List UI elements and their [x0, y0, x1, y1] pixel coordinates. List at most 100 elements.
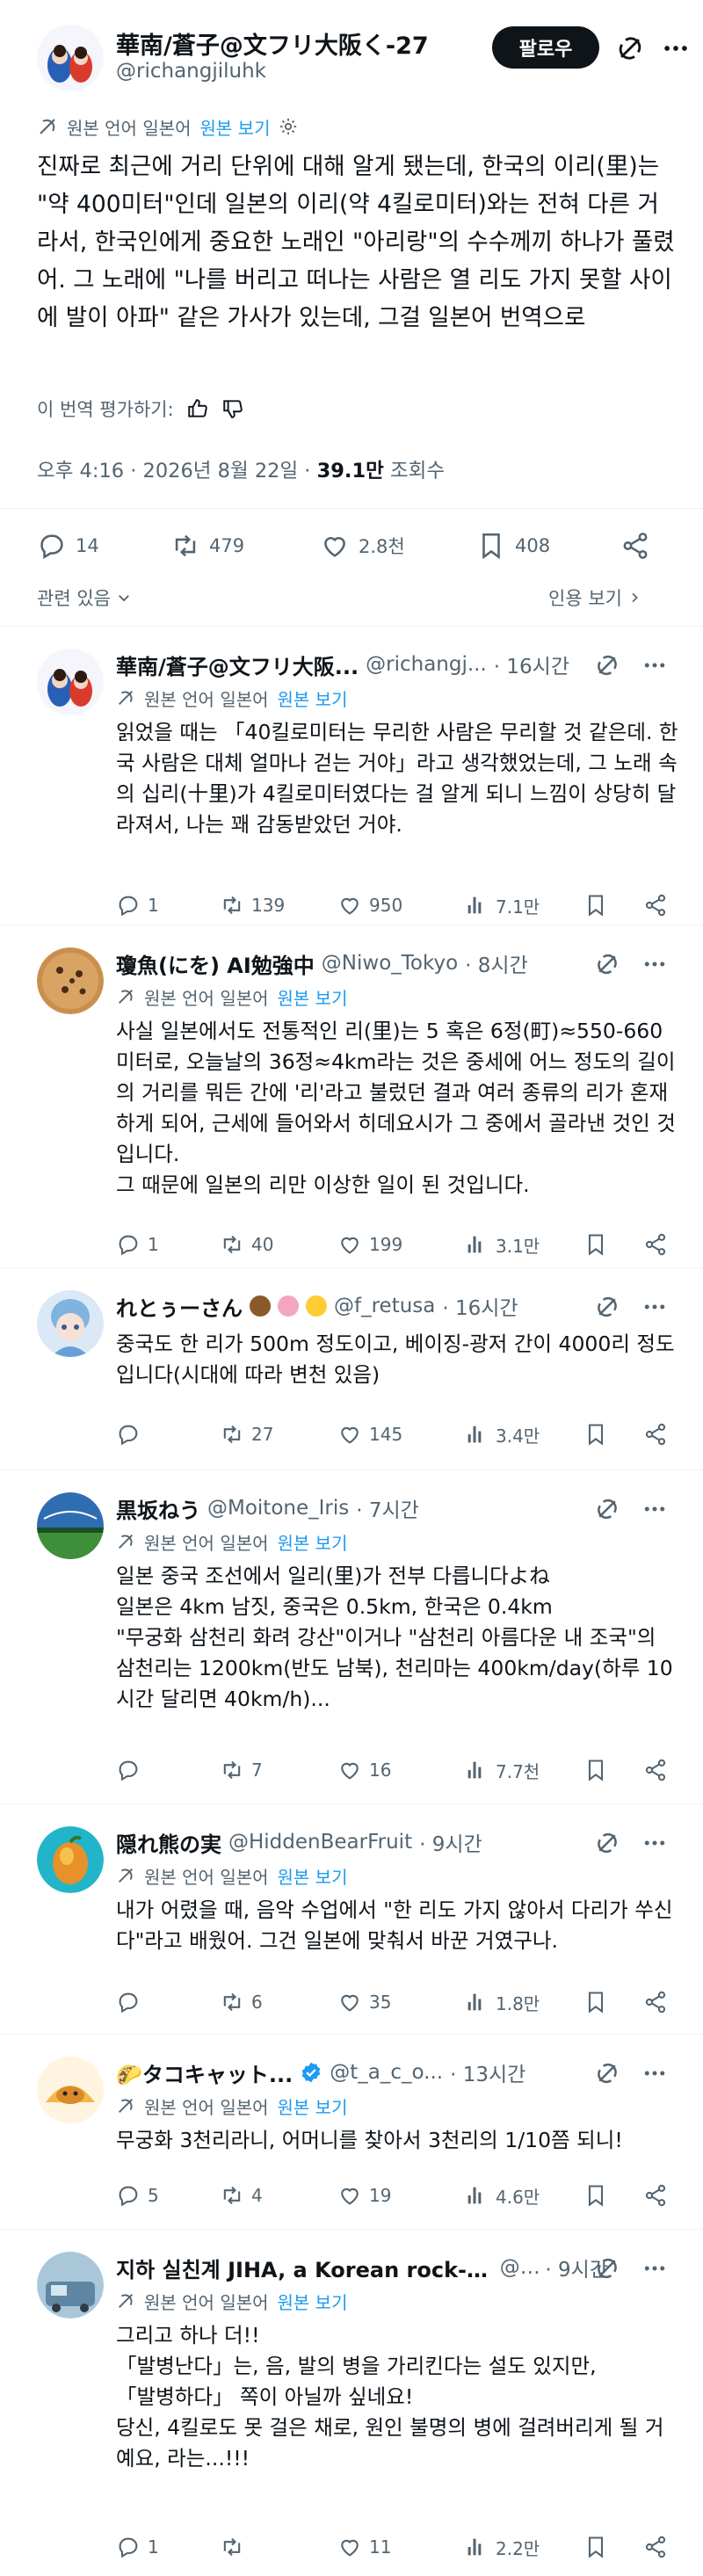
repost-button[interactable]: 479 [170, 526, 244, 566]
repost-button[interactable]: 40 [220, 1227, 273, 1262]
reply-author-handle[interactable]: @Moitone_Iris [207, 1497, 349, 1520]
reply-author-handle[interactable]: @f_retusa [334, 1295, 435, 1317]
reply-time[interactable]: · 7시간 [356, 1494, 419, 1522]
reply-button[interactable] [116, 1417, 148, 1452]
author-name[interactable]: 華南/蒼子@文フリ大阪く-27 [116, 26, 429, 61]
reply-author-name[interactable]: れとぅーさん [116, 1292, 243, 1321]
like-button[interactable]: 2.8천 [320, 526, 405, 566]
grok-icon[interactable] [615, 33, 645, 63]
views-button[interactable]: 3.1만 [464, 1227, 540, 1262]
repost-button[interactable] [220, 2529, 251, 2565]
like-button[interactable]: 19 [337, 2178, 391, 2213]
reply-avatar[interactable] [37, 2252, 104, 2318]
share-button[interactable] [643, 2529, 668, 2565]
like-button[interactable]: 950 [337, 888, 402, 923]
bookmark-button[interactable] [583, 1752, 608, 1788]
author-avatar[interactable] [37, 25, 104, 91]
reply-item[interactable]: 🌮タコキャット... @t_a_c_o... · 13시간 원본 언어 일본어 … [0, 2034, 703, 2229]
reply-author-handle[interactable]: @t_a_c_o... [330, 2061, 443, 2084]
view-original-link[interactable]: 원본 보기 [278, 2093, 348, 2119]
repost-button[interactable]: 7 [220, 1752, 263, 1788]
more-options-icon[interactable] [641, 2255, 668, 2282]
more-options-icon[interactable] [641, 1830, 668, 1856]
views-button[interactable]: 3.4만 [464, 1417, 540, 1452]
grok-icon[interactable] [594, 652, 620, 678]
views-button[interactable]: 7.1만 [464, 888, 540, 923]
like-button[interactable]: 11 [337, 2529, 391, 2565]
grok-icon[interactable] [594, 2255, 620, 2282]
reply-item[interactable]: 隠れ熊の実 @HiddenBearFruit · 9시간 원본 언어 일본어 원… [0, 1803, 703, 2034]
reply-author-name[interactable]: 隠れ熊の実 [116, 1828, 221, 1857]
bookmark-button[interactable]: 408 [476, 526, 550, 566]
share-button[interactable] [643, 1985, 668, 2020]
reply-author-name[interactable]: 黒坂ねう [116, 1494, 200, 1523]
more-options-icon[interactable] [641, 2060, 668, 2086]
reply-time[interactable]: · 16시간 [494, 650, 569, 678]
reply-button[interactable]: 1 [116, 2529, 159, 2565]
like-button[interactable]: 16 [337, 1752, 391, 1788]
view-original-link[interactable]: 원본 보기 [278, 1529, 348, 1555]
more-options-icon[interactable] [641, 1294, 668, 1320]
reply-avatar[interactable] [37, 649, 104, 715]
share-button[interactable] [643, 1417, 668, 1452]
views-button[interactable]: 4.6만 [464, 2178, 540, 2213]
reply-time[interactable]: · 13시간 [450, 2058, 525, 2086]
share-button[interactable] [643, 1752, 668, 1788]
views-button[interactable]: 7.7천 [464, 1752, 540, 1788]
like-button[interactable]: 199 [337, 1227, 402, 1262]
bookmark-button[interactable] [583, 1985, 608, 2020]
view-quotes-link[interactable]: 인용 보기 [548, 580, 641, 615]
repost-button[interactable]: 6 [220, 1985, 263, 2020]
reply-item[interactable]: 華南/蒼子@文フリ大阪... @richangj... · 16시간 원본 언어… [0, 626, 703, 925]
view-original-link[interactable]: 원본 보기 [278, 1863, 348, 1889]
reply-item[interactable]: 黒坂ねう @Moitone_Iris · 7시간 원본 언어 일본어 원본 보기… [0, 1469, 703, 1803]
reply-button[interactable]: 5 [116, 2178, 159, 2213]
reply-author-name[interactable]: 지하 실친계 JIHA, a Korean rock-c... [116, 2253, 493, 2282]
repost-button[interactable]: 27 [220, 1417, 273, 1452]
more-options-icon[interactable] [661, 33, 691, 63]
reply-author-handle[interactable]: @richangj... [366, 653, 487, 676]
reply-author-handle[interactable]: @... [500, 2256, 539, 2279]
view-original-link[interactable]: 원본 보기 [278, 2289, 348, 2314]
grok-icon[interactable] [594, 2060, 620, 2086]
more-options-icon[interactable] [641, 951, 668, 977]
reply-button[interactable] [116, 1752, 148, 1788]
reply-author-name[interactable]: 華南/蒼子@文フリ大阪... [116, 650, 359, 679]
reply-avatar[interactable] [37, 947, 104, 1014]
grok-icon[interactable] [594, 951, 620, 977]
views-button[interactable]: 1.8만 [464, 1985, 540, 2020]
view-original-link[interactable]: 원본 보기 [278, 686, 348, 711]
reply-author-name[interactable]: 🌮タコキャット... [116, 2058, 293, 2087]
reply-item[interactable]: れとぅーさん @f_retusa · 16시간 중국도 한 리가 500m 정도… [0, 1267, 703, 1469]
grok-icon[interactable] [594, 1830, 620, 1856]
reply-author-handle[interactable]: @Niwo_Tokyo [322, 952, 458, 975]
reply-button[interactable]: 1 [116, 888, 159, 923]
reply-avatar[interactable] [37, 1826, 104, 1893]
related-filter[interactable]: 관련 있음 [37, 580, 132, 615]
grok-icon[interactable] [594, 1294, 620, 1320]
settings-icon[interactable] [279, 117, 298, 136]
share-button[interactable] [643, 888, 668, 923]
bookmark-button[interactable] [583, 2178, 608, 2213]
author-handle[interactable]: @richangjiluhk [116, 60, 266, 83]
reply-author-name[interactable]: 瓊魚(にを) AI勉強中 [116, 949, 315, 978]
like-button[interactable]: 35 [337, 1985, 391, 2020]
share-button[interactable] [620, 526, 650, 566]
share-button[interactable] [643, 1227, 668, 1262]
reply-avatar[interactable] [37, 1290, 104, 1357]
reply-time[interactable]: · 9시간 [419, 1828, 482, 1856]
views-button[interactable]: 2.2만 [464, 2529, 540, 2565]
repost-button[interactable]: 139 [220, 888, 285, 923]
reply-avatar[interactable] [37, 2057, 104, 2123]
grok-icon[interactable] [594, 1496, 620, 1522]
thumbs-down-icon[interactable] [221, 397, 244, 420]
bookmark-button[interactable] [583, 888, 608, 923]
reply-time[interactable]: · 8시간 [465, 949, 528, 977]
reply-item[interactable]: 瓊魚(にを) AI勉強中 @Niwo_Tokyo · 8시간 원본 언어 일본어… [0, 925, 703, 1267]
bookmark-button[interactable] [583, 1417, 608, 1452]
bookmark-button[interactable] [583, 2529, 608, 2565]
view-original-link[interactable]: 원본 보기 [200, 114, 271, 140]
reply-button[interactable] [116, 1985, 148, 2020]
more-options-icon[interactable] [641, 652, 668, 678]
repost-button[interactable]: 4 [220, 2178, 263, 2213]
